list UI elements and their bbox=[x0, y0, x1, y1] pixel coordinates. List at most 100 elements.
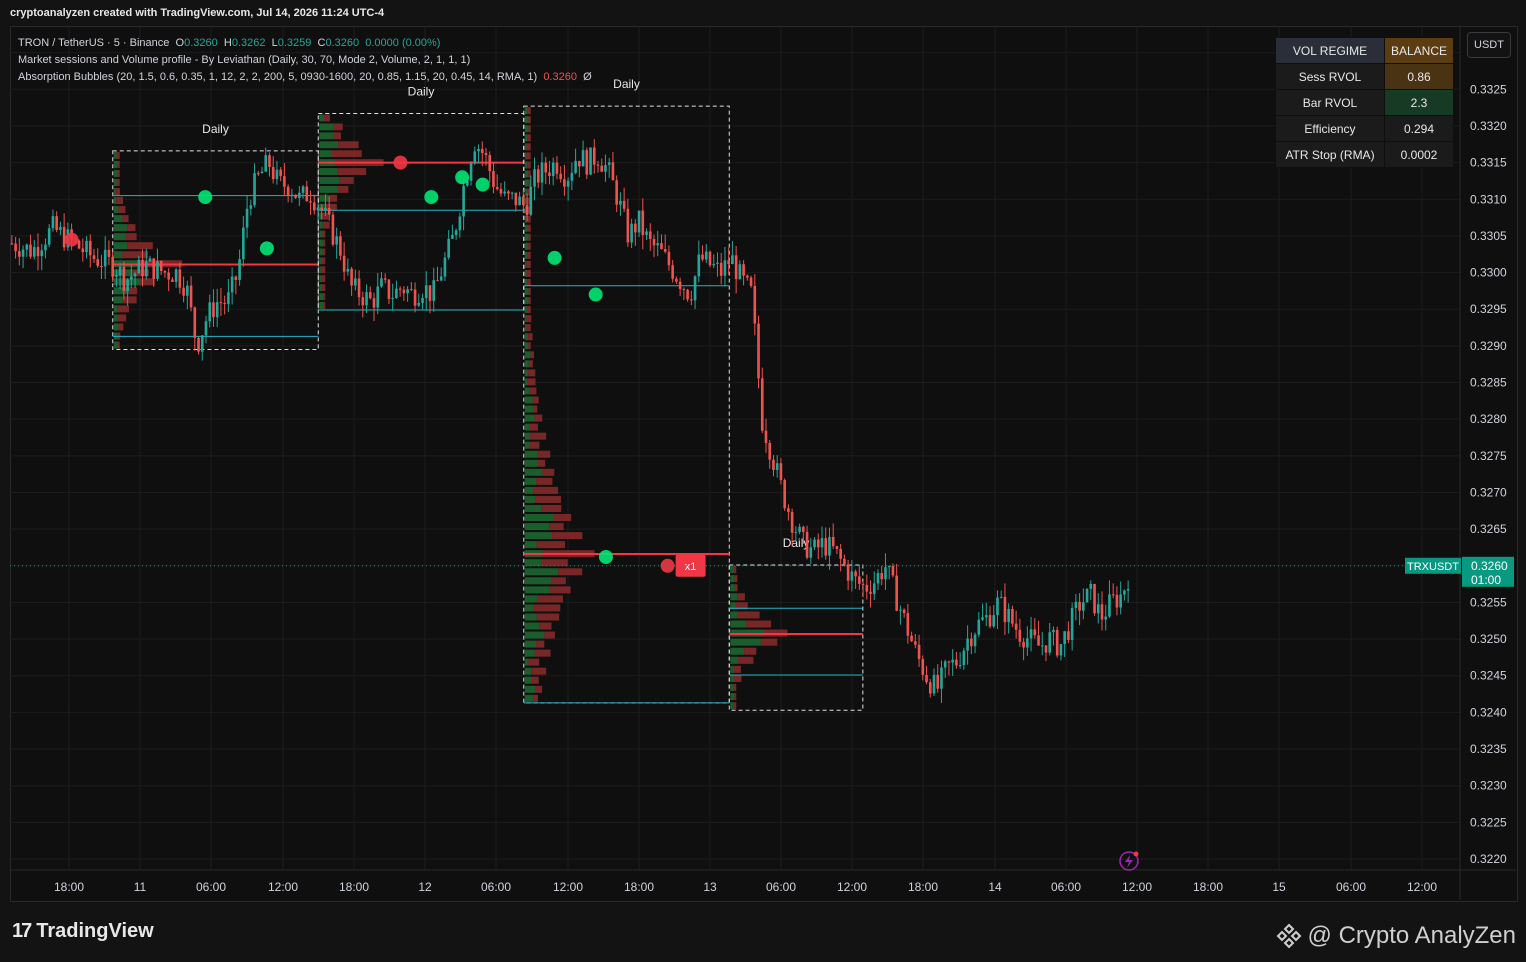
volume-profile-sell bbox=[338, 141, 359, 149]
candle-body bbox=[992, 615, 996, 627]
y-tick-label: 0.3235 bbox=[1470, 742, 1507, 756]
regime-row-sess-rvol: Sess RVOL 0.86 bbox=[1275, 63, 1455, 90]
candle-body bbox=[402, 289, 406, 294]
volume-profile-buy bbox=[113, 242, 128, 250]
volume-profile-buy bbox=[524, 405, 533, 413]
volume-profile-buy bbox=[319, 194, 329, 202]
volume-profile-sell bbox=[536, 541, 566, 549]
candle-body bbox=[186, 285, 189, 296]
volume-profile-buy bbox=[524, 450, 538, 458]
candle-body bbox=[283, 176, 286, 187]
x-tick-label: 06:00 bbox=[766, 880, 796, 894]
currency-button[interactable]: USDT bbox=[1467, 32, 1511, 58]
candle-body bbox=[1037, 635, 1040, 646]
volume-profile-buy bbox=[730, 702, 734, 710]
candle-body bbox=[432, 280, 436, 301]
volume-profile-buy bbox=[730, 647, 745, 655]
volume-profile-buy bbox=[319, 132, 333, 140]
vol-regime-table: VOL REGIME BALANCE Sess RVOL 0.86 Bar RV… bbox=[1275, 37, 1455, 168]
legend-close: 0.3260 bbox=[325, 37, 360, 49]
volume-profile-buy bbox=[319, 177, 340, 184]
volume-profile-buy bbox=[730, 611, 738, 619]
candle-body bbox=[118, 267, 122, 276]
candle-body bbox=[570, 172, 574, 181]
candle-body bbox=[641, 210, 645, 235]
volume-profile-buy bbox=[524, 197, 527, 205]
candle-body bbox=[417, 302, 421, 306]
volume-profile-sell bbox=[532, 405, 538, 413]
volume-profile-sell bbox=[337, 168, 367, 176]
candle-body bbox=[10, 243, 14, 245]
candle-body bbox=[410, 289, 413, 291]
candle-body bbox=[271, 167, 275, 179]
candle-body bbox=[600, 165, 604, 172]
volume-profile-buy bbox=[524, 631, 545, 639]
regime-header-row: VOL REGIME BALANCE bbox=[1275, 37, 1455, 64]
volume-profile-sell bbox=[732, 566, 737, 574]
volume-profile-sell bbox=[760, 638, 778, 646]
volume-profile-sell bbox=[533, 486, 559, 494]
y-tick-label: 0.3245 bbox=[1470, 669, 1507, 683]
candle-body bbox=[376, 286, 380, 308]
candle-body bbox=[746, 275, 749, 278]
volume-profile-sell bbox=[127, 224, 136, 232]
candle-body bbox=[738, 264, 742, 279]
volume-profile-buy bbox=[524, 342, 529, 350]
volume-profile-buy bbox=[524, 649, 535, 657]
candle-body bbox=[656, 243, 660, 246]
candle-body bbox=[645, 231, 648, 235]
volume-profile-buy bbox=[319, 257, 322, 265]
session-box bbox=[112, 150, 319, 351]
volume-profile-buy bbox=[319, 266, 321, 274]
legend-indicator-absorption[interactable]: Absorption Bubbles (20, 1.5, 0.6, 0.35, … bbox=[18, 69, 592, 86]
candle-body bbox=[607, 162, 611, 165]
volume-profile-buy bbox=[524, 269, 527, 277]
volume-profile-buy bbox=[113, 151, 117, 159]
candle-body bbox=[510, 192, 514, 194]
volume-profile-buy bbox=[113, 323, 119, 331]
x-tick-label: 11 bbox=[134, 880, 147, 894]
candle-body bbox=[1108, 594, 1111, 617]
candle-body bbox=[522, 196, 525, 206]
volume-profile-buy bbox=[524, 125, 529, 133]
candle-body bbox=[383, 278, 387, 280]
absorption-bubble-sell bbox=[393, 155, 408, 170]
candle-body bbox=[958, 665, 962, 667]
volume-profile-buy bbox=[524, 396, 533, 404]
volume-profile-buy bbox=[524, 495, 536, 503]
volume-profile-buy bbox=[524, 504, 542, 513]
y-tick-label: 0.3315 bbox=[1470, 156, 1507, 170]
candle-body bbox=[111, 256, 114, 277]
candle-body bbox=[518, 196, 521, 206]
candle-body bbox=[447, 238, 450, 258]
candle-body bbox=[96, 259, 100, 266]
candle-body bbox=[891, 565, 895, 576]
x-tick-label: 12:00 bbox=[553, 880, 583, 894]
volume-profile-sell bbox=[122, 296, 137, 304]
absorption-bubble-buy bbox=[475, 177, 490, 192]
candle-body bbox=[200, 335, 204, 352]
tradingview-logo[interactable]: 17 TradingView bbox=[12, 920, 154, 943]
candle-body bbox=[260, 171, 264, 174]
volume-profile-sell bbox=[744, 647, 757, 655]
volume-profile-sell bbox=[536, 477, 553, 485]
volume-profile-sell bbox=[526, 152, 531, 160]
candle-body bbox=[256, 173, 260, 175]
candle-body bbox=[204, 321, 208, 336]
volume-profile-buy bbox=[113, 251, 123, 259]
legend-symbol[interactable]: TRON / TetherUS · 5 · Binance bbox=[18, 37, 169, 49]
candle-body bbox=[828, 536, 831, 556]
candle-body bbox=[902, 609, 906, 614]
volume-profile-sell bbox=[531, 667, 547, 675]
candle-body bbox=[951, 659, 954, 663]
candle-body bbox=[622, 200, 626, 209]
candle-body bbox=[996, 597, 999, 616]
candle-body bbox=[242, 227, 245, 260]
candle-body bbox=[544, 162, 548, 173]
volume-profile-buy bbox=[524, 315, 527, 323]
author-brand-text: @ Crypto AnalyZen bbox=[1307, 922, 1516, 949]
legend-indicator-sessions[interactable]: Market sessions and Volume profile - By … bbox=[18, 52, 592, 69]
alert-lightning-glyph bbox=[1125, 855, 1133, 868]
candle-body bbox=[1070, 608, 1074, 640]
candle-body bbox=[1111, 594, 1115, 596]
